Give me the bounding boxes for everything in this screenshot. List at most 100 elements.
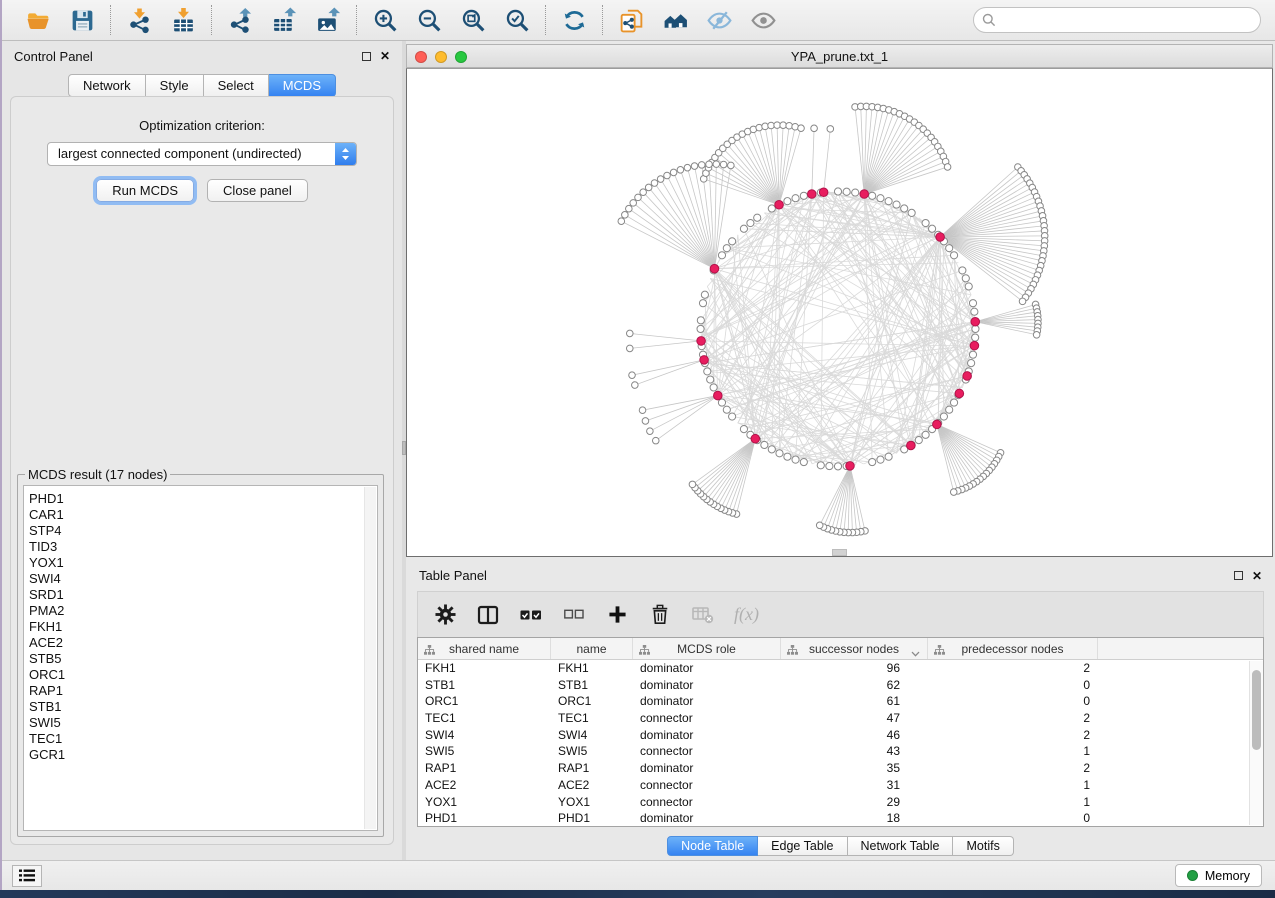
horizontal-splitter-handle[interactable]: [832, 549, 847, 556]
column-header[interactable]: MCDS role: [633, 638, 781, 659]
mcds-result-item[interactable]: YOX1: [29, 555, 377, 571]
tab-mcds[interactable]: MCDS: [269, 74, 336, 97]
function-builder-icon-disabled: f(x): [734, 604, 759, 625]
table-row[interactable]: YOX1YOX1connector291: [418, 794, 1263, 811]
first-neighbors-icon[interactable]: [661, 6, 689, 34]
network-window-titlebar[interactable]: YPA_prune.txt_1: [406, 44, 1273, 68]
tab-network[interactable]: Network: [68, 74, 146, 97]
table-panel: Table Panel ✕: [406, 563, 1275, 860]
table-cell: RAP1: [418, 760, 551, 777]
column-header[interactable]: successor nodes: [781, 638, 928, 659]
memory-button[interactable]: Memory: [1175, 864, 1262, 887]
table-row[interactable]: PHD1PHD1dominator180: [418, 810, 1263, 827]
column-header[interactable]: name: [551, 638, 633, 659]
mcds-result-list[interactable]: PHD1CAR1STP4TID3YOX1SWI4SRD1PMA2FKH1ACE2…: [23, 485, 378, 831]
table-row[interactable]: STB1STB1dominator620: [418, 677, 1263, 694]
search-input[interactable]: [1001, 10, 1260, 30]
table-tabs: Node Table Edge Table Network Table Moti…: [406, 836, 1275, 856]
table-row[interactable]: FKH1FKH1dominator962: [418, 660, 1263, 677]
mcds-result-item[interactable]: PMA2: [29, 603, 377, 619]
show-all-icon[interactable]: [749, 6, 777, 34]
export-network-icon[interactable]: [226, 6, 254, 34]
zoom-selected-icon[interactable]: [503, 6, 531, 34]
column-header[interactable]: shared name: [418, 638, 551, 659]
table-row[interactable]: RAP1RAP1dominator352: [418, 760, 1263, 777]
tab-motifs[interactable]: Motifs: [953, 836, 1013, 856]
tab-select[interactable]: Select: [204, 74, 269, 97]
float-window-icon[interactable]: [362, 52, 371, 61]
table-cell: 2: [928, 710, 1098, 727]
export-image-icon[interactable]: [314, 6, 342, 34]
window-close-light[interactable]: [415, 51, 427, 63]
table-cell: 35: [781, 760, 928, 777]
export-table-icon[interactable]: [270, 6, 298, 34]
mcds-result-item[interactable]: RAP1: [29, 683, 377, 699]
tab-network-table[interactable]: Network Table: [848, 836, 954, 856]
close-icon[interactable]: ✕: [380, 50, 390, 62]
mcds-result-item[interactable]: STP4: [29, 523, 377, 539]
mcds-result-item[interactable]: GCR1: [29, 747, 377, 763]
table-cell: connector: [633, 777, 781, 794]
table-header-row: shared namenameMCDS rolesuccessor nodesp…: [418, 638, 1263, 660]
refresh-icon[interactable]: [560, 6, 588, 34]
delete-column-icon[interactable]: [648, 603, 672, 627]
mcds-result-item[interactable]: TID3: [29, 539, 377, 555]
float-window-icon[interactable]: [1234, 571, 1243, 580]
table-body: FKH1FKH1dominator962STB1STB1dominator620…: [418, 660, 1263, 827]
column-header[interactable]: predecessor nodes: [928, 638, 1098, 659]
scrollbar-thumb[interactable]: [1252, 670, 1261, 750]
search-field[interactable]: [973, 7, 1261, 33]
window-minimize-light[interactable]: [435, 51, 447, 63]
network-view[interactable]: [406, 68, 1273, 557]
mcds-result-item[interactable]: STB5: [29, 651, 377, 667]
mcds-result-item[interactable]: CAR1: [29, 507, 377, 523]
table-scrollbar[interactable]: [1249, 661, 1263, 825]
run-mcds-button[interactable]: Run MCDS: [96, 179, 194, 202]
tab-style[interactable]: Style: [146, 74, 204, 97]
table-cell: 2: [928, 727, 1098, 744]
mcds-result-item[interactable]: ACE2: [29, 635, 377, 651]
table-cell: 1: [928, 794, 1098, 811]
window-zoom-light[interactable]: [455, 51, 467, 63]
task-history-button[interactable]: [12, 865, 42, 887]
duplicate-network-icon[interactable]: [617, 6, 645, 34]
mcds-result-item[interactable]: SWI4: [29, 571, 377, 587]
import-network-icon[interactable]: [125, 6, 153, 34]
table-row[interactable]: SWI4SWI4dominator462: [418, 727, 1263, 744]
table-cell: 46: [781, 727, 928, 744]
mcds-result-item[interactable]: TEC1: [29, 731, 377, 747]
table-cell: FKH1: [551, 660, 633, 677]
mcds-tab-content: Optimization criterion: largest connecte…: [10, 96, 394, 845]
tab-node-table[interactable]: Node Table: [667, 836, 758, 856]
table-row[interactable]: ORC1ORC1dominator610: [418, 693, 1263, 710]
mcds-result-item[interactable]: ORC1: [29, 667, 377, 683]
table-row[interactable]: SWI5SWI5connector431: [418, 743, 1263, 760]
zoom-fit-icon[interactable]: [459, 6, 487, 34]
network-canvas[interactable]: [407, 69, 1272, 556]
save-session-icon[interactable]: [68, 6, 96, 34]
mcds-result-item[interactable]: PHD1: [29, 491, 377, 507]
open-file-icon[interactable]: [24, 6, 52, 34]
select-all-icon[interactable]: [519, 603, 543, 627]
toggle-columns-icon[interactable]: [476, 603, 500, 627]
import-table-icon[interactable]: [169, 6, 197, 34]
table-cell: STB1: [551, 677, 633, 694]
criterion-dropdown[interactable]: largest connected component (undirected): [47, 142, 357, 166]
add-column-icon[interactable]: [605, 603, 629, 627]
close-icon[interactable]: ✕: [1252, 570, 1262, 582]
hide-selected-icon[interactable]: [705, 6, 733, 34]
deselect-all-icon[interactable]: [562, 603, 586, 627]
table-row[interactable]: TEC1TEC1connector472: [418, 710, 1263, 727]
tab-edge-table[interactable]: Edge Table: [758, 836, 847, 856]
zoom-in-icon[interactable]: [371, 6, 399, 34]
mcds-result-item[interactable]: SWI5: [29, 715, 377, 731]
column-type-icon: [424, 644, 435, 658]
mcds-result-item[interactable]: SRD1: [29, 587, 377, 603]
mcds-result-item[interactable]: FKH1: [29, 619, 377, 635]
zoom-out-icon[interactable]: [415, 6, 443, 34]
table-settings-gear-icon[interactable]: [433, 603, 457, 627]
close-panel-button[interactable]: Close panel: [207, 179, 308, 202]
mcds-result-item[interactable]: STB1: [29, 699, 377, 715]
table-cell: 0: [928, 693, 1098, 710]
table-row[interactable]: ACE2ACE2connector311: [418, 777, 1263, 794]
